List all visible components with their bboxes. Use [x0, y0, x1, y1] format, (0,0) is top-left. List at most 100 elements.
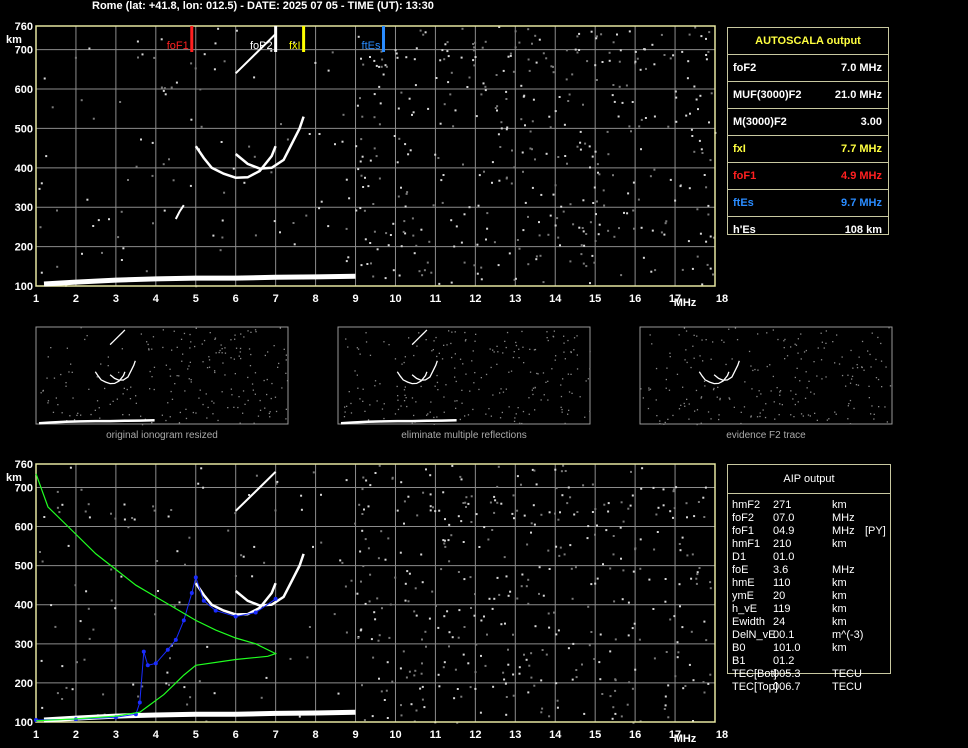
- param-value: 7.7 MHz: [841, 143, 882, 155]
- noise-speck: [673, 507, 676, 510]
- noise-speck: [447, 81, 450, 84]
- aip-param-value: 110: [773, 577, 791, 589]
- noise-speck: [381, 607, 383, 610]
- noise-speck: [783, 340, 785, 342]
- noise-speck: [542, 281, 545, 284]
- x-tick-label: 7: [273, 293, 279, 305]
- noise-speck: [576, 51, 579, 54]
- noise-speck: [348, 197, 351, 200]
- noise-speck: [534, 625, 537, 628]
- noise-speck: [403, 500, 406, 503]
- noise-speck: [524, 201, 527, 204]
- noise-speck: [576, 511, 579, 513]
- noise-speck: [527, 58, 530, 61]
- noise-speck: [504, 622, 506, 625]
- noise-speck: [677, 651, 680, 654]
- y-tick-label: 500: [15, 561, 33, 573]
- noise-speck: [135, 165, 138, 168]
- noise-speck: [221, 219, 224, 222]
- noise-speck: [80, 327, 82, 329]
- noise-speck: [451, 331, 453, 333]
- noise-speck: [719, 397, 721, 400]
- noise-speck: [376, 248, 379, 251]
- noise-speck: [450, 219, 453, 222]
- noise-speck: [230, 357, 232, 359]
- noise-speck: [455, 407, 457, 409]
- noise-speck: [357, 168, 360, 171]
- noise-speck: [672, 516, 674, 519]
- noise-speck: [178, 422, 181, 424]
- noise-speck: [209, 332, 211, 334]
- noise-speck: [438, 509, 441, 512]
- noise-speck: [476, 243, 479, 246]
- noise-speck: [437, 673, 440, 676]
- noise-speck: [609, 650, 612, 653]
- noise-speck: [633, 227, 635, 230]
- noise-speck: [320, 200, 323, 203]
- noise-speck: [686, 361, 688, 364]
- noise-speck: [61, 665, 64, 668]
- noise-speck: [487, 538, 490, 541]
- noise-speck: [522, 229, 525, 232]
- noise-speck: [532, 387, 535, 389]
- aip-param-unit: MHz: [832, 512, 855, 524]
- noise-speck: [221, 236, 224, 239]
- noise-speck: [485, 413, 487, 415]
- noise-speck: [374, 472, 377, 474]
- autoscala-row: ftEs 9.7 MHz: [728, 190, 888, 217]
- noise-speck: [369, 404, 371, 406]
- noise-speck: [632, 570, 635, 573]
- noise-speck: [214, 371, 216, 374]
- noise-speck: [751, 388, 753, 390]
- noise-speck: [569, 496, 572, 499]
- noise-speck: [188, 378, 190, 380]
- noise-speck: [557, 236, 560, 239]
- noise-speck: [532, 504, 535, 507]
- noise-speck: [176, 550, 179, 553]
- noise-speck: [493, 597, 496, 600]
- noise-speck: [459, 358, 462, 360]
- noise-speck: [550, 65, 553, 68]
- noise-speck: [200, 125, 203, 128]
- noise-speck: [275, 482, 278, 485]
- noise-speck: [87, 607, 90, 610]
- noise-speck: [347, 346, 349, 348]
- x-tick-label: 6: [233, 729, 239, 741]
- noise-speck: [650, 270, 653, 273]
- noise-speck: [541, 707, 544, 710]
- noise-speck: [438, 685, 441, 688]
- noise-speck: [451, 464, 454, 467]
- noise-speck: [685, 349, 687, 351]
- noise-speck: [660, 231, 663, 234]
- noise-speck: [712, 273, 714, 276]
- noise-speck: [591, 511, 594, 513]
- noise-speck: [513, 517, 515, 520]
- noise-speck: [345, 338, 347, 340]
- noise-speck: [480, 278, 483, 281]
- noise-speck: [685, 330, 688, 332]
- noise-speck: [582, 484, 585, 487]
- noise-speck: [360, 57, 362, 60]
- noise-speck: [607, 153, 610, 156]
- noise-speck: [409, 149, 412, 152]
- noise-speck: [460, 56, 463, 59]
- noise-speck: [448, 645, 450, 648]
- noise-speck: [540, 399, 542, 401]
- noise-speck: [578, 32, 581, 35]
- noise-speck: [533, 469, 536, 472]
- noise-speck: [373, 147, 376, 150]
- noise-speck: [663, 54, 666, 56]
- noise-speck: [868, 385, 870, 387]
- noise-speck: [474, 56, 477, 58]
- noise-speck: [612, 41, 615, 44]
- noise-speck: [406, 570, 409, 573]
- noise-speck: [586, 60, 589, 63]
- noise-speck: [816, 375, 818, 377]
- noise-speck: [446, 41, 449, 44]
- noise-speck: [509, 52, 512, 55]
- noise-speck: [587, 378, 589, 380]
- noise-speck: [777, 338, 779, 341]
- noise-speck: [270, 171, 273, 174]
- noise-speck: [268, 412, 270, 415]
- noise-speck: [772, 329, 774, 331]
